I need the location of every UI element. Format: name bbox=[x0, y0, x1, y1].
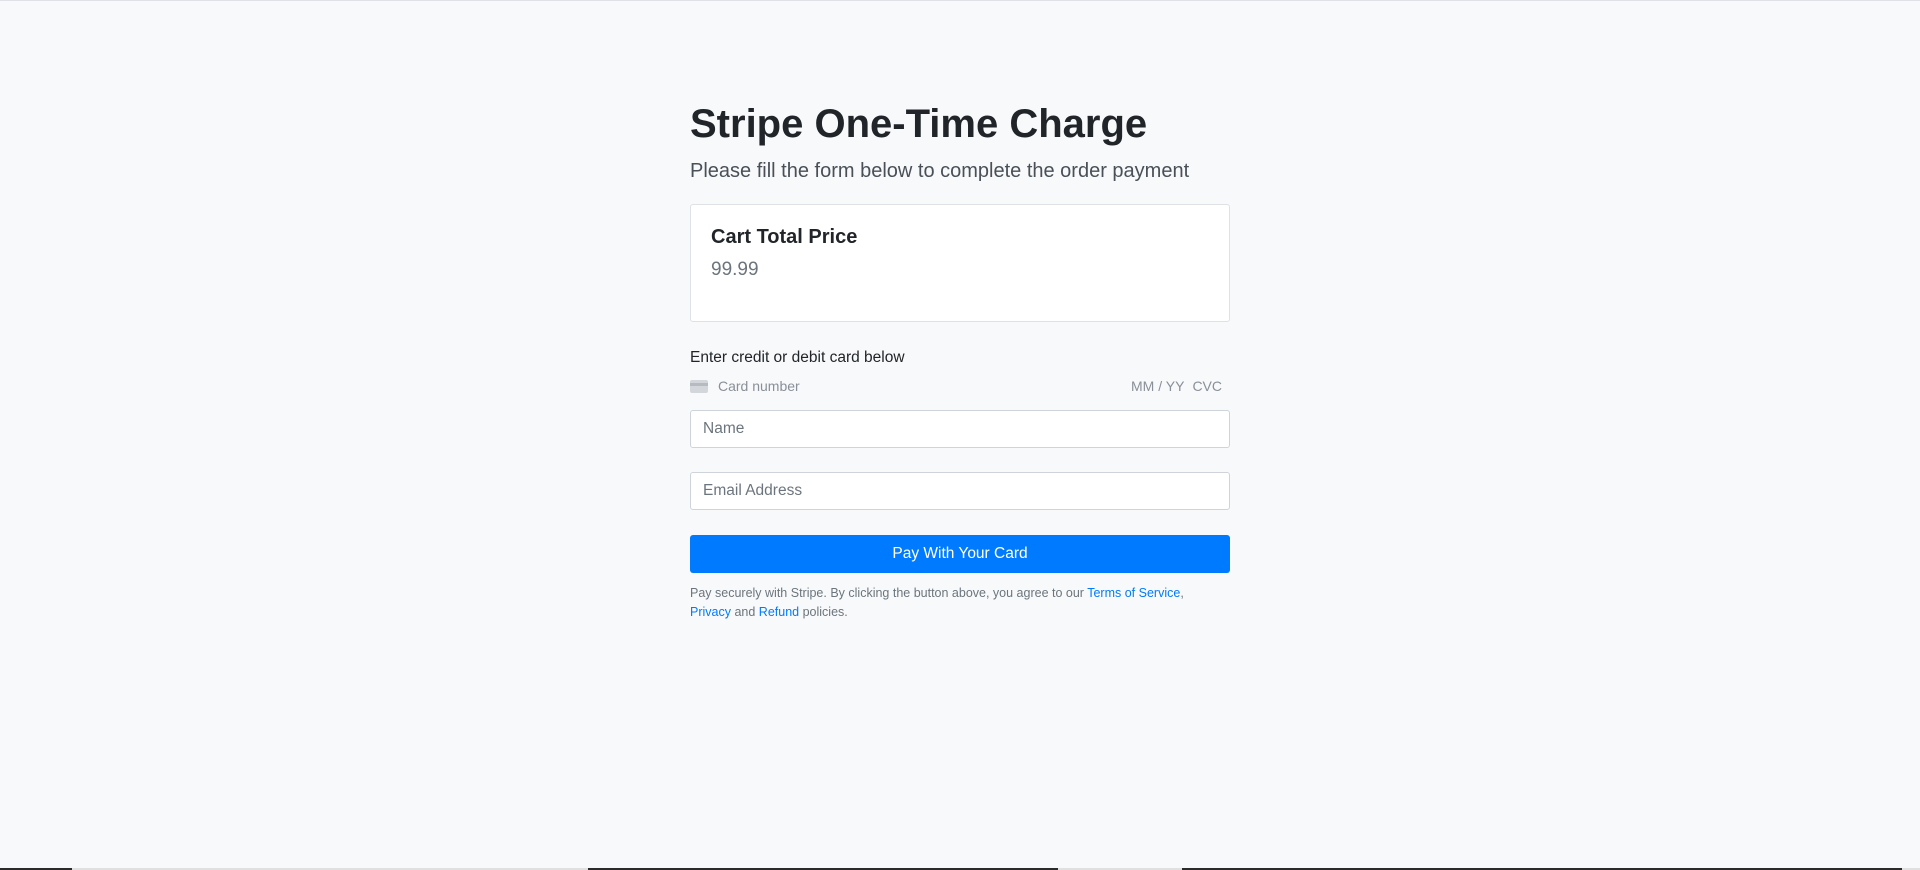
terms-of-service-link[interactable]: Terms of Service bbox=[1087, 586, 1180, 600]
cart-total-title: Cart Total Price bbox=[711, 226, 858, 248]
pay-with-card-button[interactable]: Pay With Your Card bbox=[690, 535, 1230, 573]
card-number-input[interactable]: Card number bbox=[718, 378, 1131, 394]
cart-total-price: 99.99 bbox=[711, 259, 759, 280]
cart-total-card: Cart Total Price 99.99 bbox=[690, 204, 1230, 322]
email-input[interactable] bbox=[690, 472, 1230, 510]
terms-separator: , bbox=[1180, 586, 1184, 600]
card-element[interactable]: Card number MM / YY CVC bbox=[690, 375, 1230, 397]
card-expiry-input[interactable]: MM / YY bbox=[1131, 378, 1184, 394]
terms-and-text: and bbox=[730, 605, 759, 619]
top-divider bbox=[0, 0, 1920, 1]
page-subtitle: Please fill the form below to complete t… bbox=[690, 160, 1190, 182]
checkout-form: Stripe One-Time Charge Please fill the f… bbox=[690, 96, 1230, 622]
refund-link[interactable]: Refund bbox=[759, 605, 799, 619]
page-title: Stripe One-Time Charge bbox=[690, 102, 1148, 146]
card-cvc-input[interactable]: CVC bbox=[1192, 378, 1222, 394]
terms-end-text: policies. bbox=[799, 605, 848, 619]
card-entry-label: Enter credit or debit card below bbox=[690, 349, 905, 366]
terms-notice: Pay securely with Stripe. By clicking th… bbox=[690, 584, 1230, 622]
name-input[interactable] bbox=[690, 410, 1230, 448]
terms-text: Pay securely with Stripe. By clicking th… bbox=[690, 586, 1088, 600]
privacy-link[interactable]: Privacy bbox=[690, 605, 731, 619]
credit-card-icon bbox=[690, 379, 708, 393]
